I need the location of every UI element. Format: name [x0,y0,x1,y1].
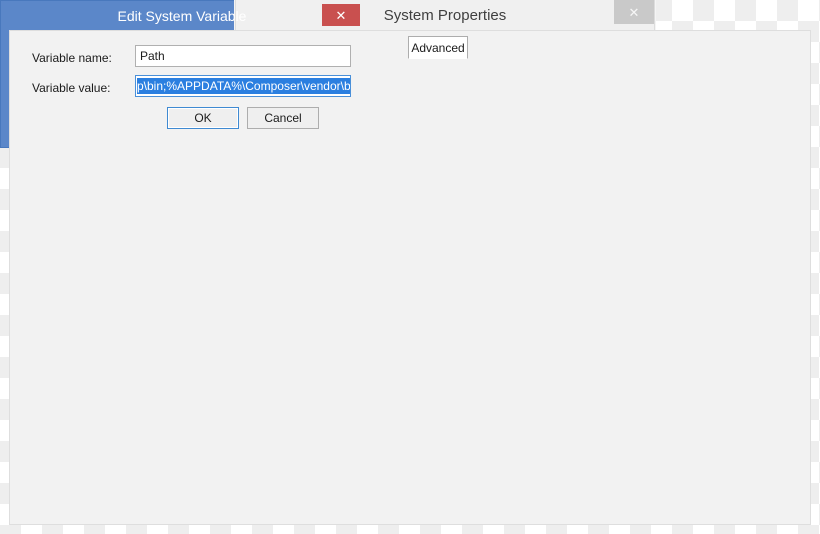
button-label: Cancel [264,111,302,125]
edit-system-variable-dialog: Edit System Variable ✕ Variable name: Pa… [0,0,811,525]
tab-label: Advanced [411,40,465,55]
variable-name-input[interactable]: Path [135,45,351,67]
edit-system-variable-titlebar: Edit System Variable ✕ [1,1,363,31]
button-label: OK [194,111,212,125]
edit-system-variable-title: Edit System Variable [117,8,247,24]
variable-value-label: Variable value: [32,81,111,95]
edit-system-variable-body: Variable name: Path Variable value: p\bi… [9,30,811,525]
edit-system-variable-ok-button[interactable]: OK [167,107,239,129]
variable-name-label: Variable name: [32,51,112,65]
variable-value-selected-text: p\bin;%APPDATA%\Composer\vendor\bin [137,78,350,94]
edit-system-variable-cancel-button[interactable]: Cancel [247,107,319,129]
tab-advanced[interactable]: Advanced [408,36,468,59]
variable-name-value: Path [140,49,165,63]
close-icon[interactable]: ✕ [614,0,654,24]
variable-value-input[interactable]: p\bin;%APPDATA%\Composer\vendor\bin [135,75,351,97]
close-icon[interactable]: ✕ [322,4,360,26]
